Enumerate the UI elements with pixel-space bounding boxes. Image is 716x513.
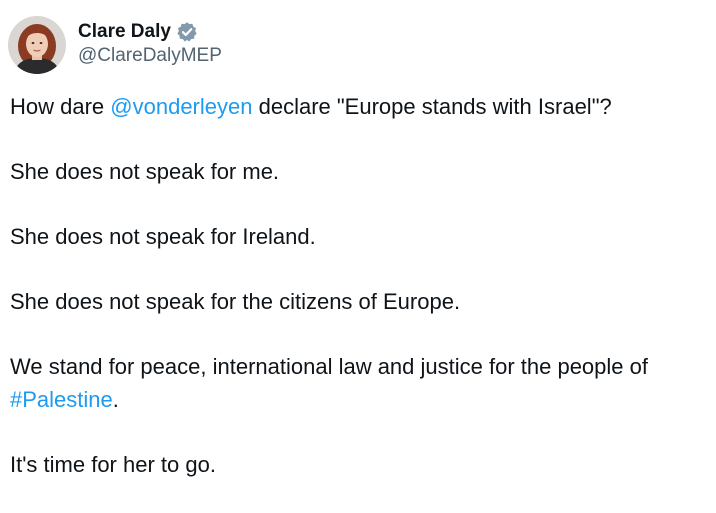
tweet-text: How dare @vonderleyen declare "Europe st… [10,90,714,513]
tweet-line-1: How dare @vonderleyen declare "Europe st… [10,90,714,123]
tweet-line-2: She does not speak for me. [10,159,280,184]
tweet-line-3: She does not speak for Ireland. [10,224,316,249]
name-row: Clare Daly [78,20,222,44]
display-name[interactable]: Clare Daly [78,21,171,43]
text-segment: . [112,387,119,412]
avatar-portrait-icon [8,16,66,74]
hashtag-link[interactable]: #Palestine [10,387,113,412]
tweet-line-6: It's time for her to go. [10,452,216,477]
author-handle[interactable]: @ClareDalyMEP [78,45,222,67]
tweet-line-5: We stand for peace, international law an… [10,350,714,416]
text-segment: We stand for peace, international law an… [10,354,648,379]
author-info: Clare Daly @ClareDalyMEP [78,16,222,67]
mention-link[interactable]: @vonderleyen [110,94,252,119]
verified-badge-icon[interactable] [176,21,198,43]
tweet-line-4: She does not speak for the citizens of E… [10,289,461,314]
avatar[interactable] [8,16,66,74]
tweet-card: Clare Daly @ClareDalyMEP How dare @vonde… [0,0,716,493]
text-segment: How dare [10,94,111,119]
tweet-header: Clare Daly @ClareDalyMEP [8,16,222,76]
text-segment: declare "Europe stands with Israel"? [252,94,612,119]
